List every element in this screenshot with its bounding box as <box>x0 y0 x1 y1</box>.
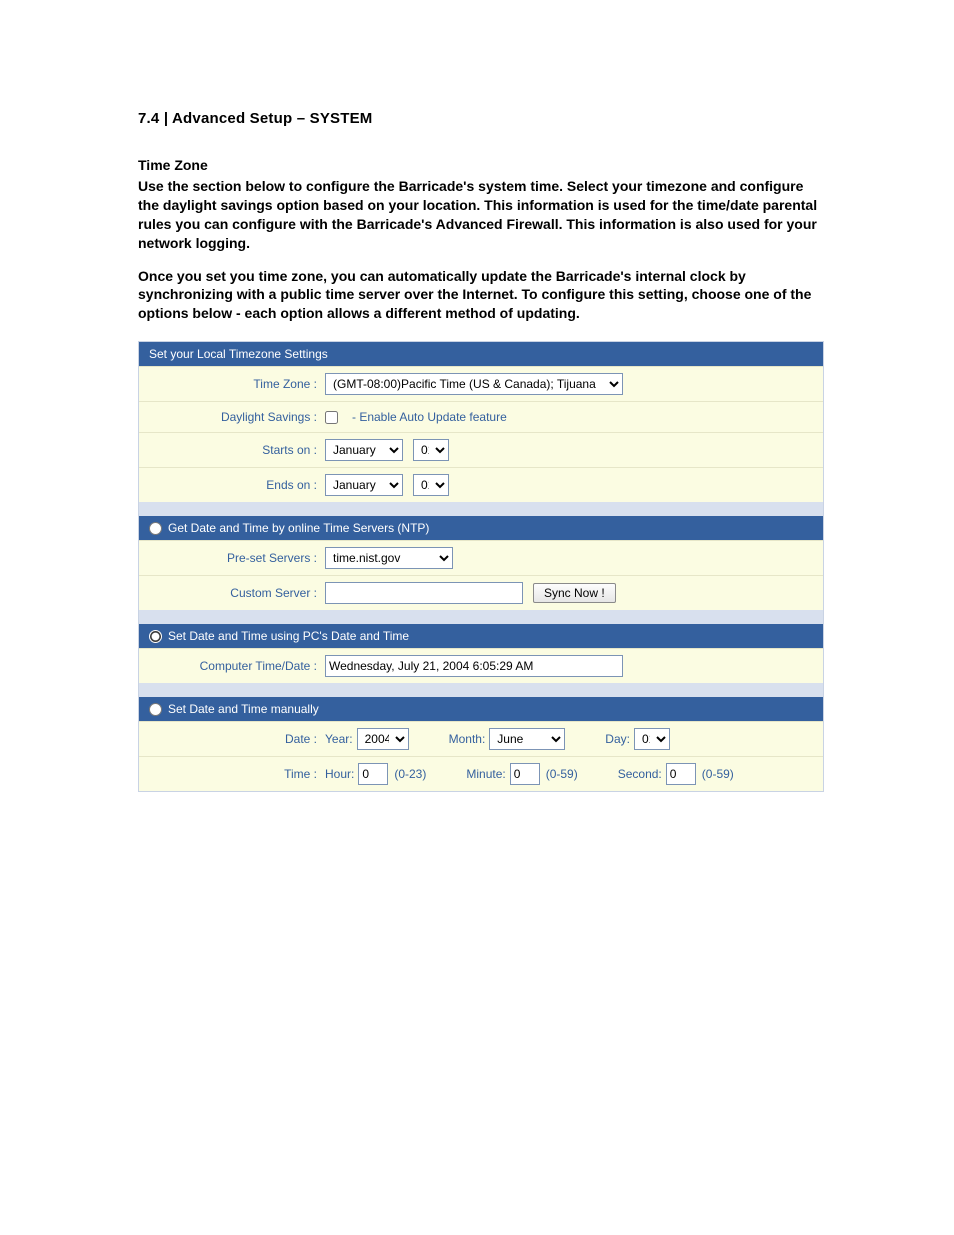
start-month-select[interactable]: January <box>325 439 403 461</box>
manual-time-label: Time : <box>147 767 325 781</box>
computer-time-label: Computer Time/Date : <box>147 659 325 673</box>
custom-server-input[interactable] <box>325 582 523 604</box>
manual-radio[interactable] <box>149 703 162 716</box>
pc-time-header-text: Set Date and Time using PC's Date and Ti… <box>168 629 409 643</box>
end-day-select[interactable]: 01 <box>413 474 449 496</box>
timezone-label: Time Zone : <box>147 377 325 391</box>
second-label: Second: <box>618 767 662 781</box>
page-heading: 7.4 | Advanced Setup – SYSTEM <box>138 110 824 127</box>
minute-label: Minute: <box>466 767 505 781</box>
ends-on-label: Ends on : <box>147 478 325 492</box>
manual-section: Set Date and Time manually Date : Year: … <box>139 697 823 791</box>
minute-input[interactable] <box>510 763 540 785</box>
timezone-header-text: Set your Local Timezone Settings <box>149 347 328 361</box>
pc-time-section: Set Date and Time using PC's Date and Ti… <box>139 624 823 683</box>
minute-hint: (0-59) <box>546 767 578 781</box>
month-label: Month: <box>449 732 486 746</box>
custom-server-label: Custom Server : <box>147 586 325 600</box>
hour-input[interactable] <box>358 763 388 785</box>
section-spacer <box>139 683 823 697</box>
day-label: Day: <box>605 732 630 746</box>
hour-hint: (0-23) <box>394 767 426 781</box>
ntp-header-text: Get Date and Time by online Time Servers… <box>168 521 429 535</box>
year-select[interactable]: 2004 <box>357 728 409 750</box>
second-hint: (0-59) <box>702 767 734 781</box>
ntp-section: Get Date and Time by online Time Servers… <box>139 516 823 610</box>
daylight-text: - Enable Auto Update feature <box>352 410 507 424</box>
computer-time-input[interactable] <box>325 655 623 677</box>
subsection-heading: Time Zone <box>138 157 824 173</box>
intro-paragraph-2: Once you set you time zone, you can auto… <box>138 267 824 324</box>
starts-on-label: Starts on : <box>147 443 325 457</box>
timezone-section: Set your Local Timezone Settings Time Zo… <box>139 342 823 502</box>
preset-label: Pre-set Servers : <box>147 551 325 565</box>
section-spacer <box>139 610 823 624</box>
pc-time-radio[interactable] <box>149 630 162 643</box>
sync-now-button[interactable]: Sync Now ! <box>533 583 616 603</box>
manual-date-label: Date : <box>147 732 325 746</box>
daylight-checkbox[interactable] <box>325 411 338 424</box>
pc-time-header[interactable]: Set Date and Time using PC's Date and Ti… <box>139 624 823 648</box>
start-day-select[interactable]: 01 <box>413 439 449 461</box>
second-input[interactable] <box>666 763 696 785</box>
manual-header-text: Set Date and Time manually <box>168 702 319 716</box>
intro-paragraph-1: Use the section below to configure the B… <box>138 177 824 253</box>
section-spacer <box>139 502 823 516</box>
settings-panel: Set your Local Timezone Settings Time Zo… <box>138 341 824 792</box>
day-select[interactable]: 01 <box>634 728 670 750</box>
ntp-header[interactable]: Get Date and Time by online Time Servers… <box>139 516 823 540</box>
year-label: Year: <box>325 732 353 746</box>
daylight-label: Daylight Savings : <box>147 410 325 424</box>
ntp-radio[interactable] <box>149 522 162 535</box>
end-month-select[interactable]: January <box>325 474 403 496</box>
month-select[interactable]: June <box>489 728 565 750</box>
preset-server-select[interactable]: time.nist.gov <box>325 547 453 569</box>
manual-header[interactable]: Set Date and Time manually <box>139 697 823 721</box>
hour-label: Hour: <box>325 767 354 781</box>
timezone-select[interactable]: (GMT-08:00)Pacific Time (US & Canada); T… <box>325 373 623 395</box>
timezone-header: Set your Local Timezone Settings <box>139 342 823 366</box>
